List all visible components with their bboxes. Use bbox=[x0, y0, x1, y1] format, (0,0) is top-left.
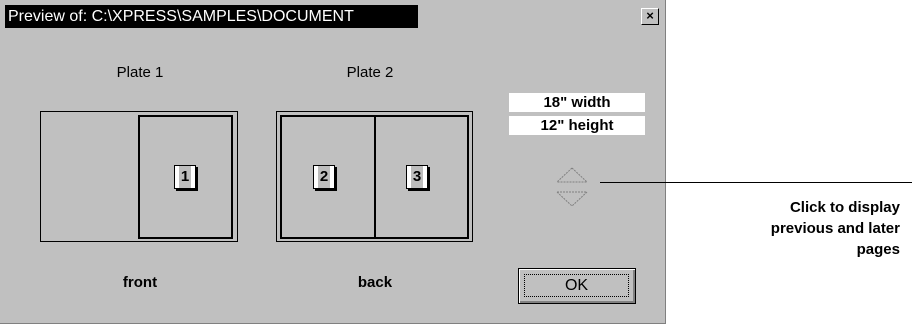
triangle-down-outline-icon[interactable] bbox=[556, 191, 588, 207]
preview-dialog: Preview of: C:\XPRESS\SAMPLES\DOCUMENT ×… bbox=[0, 0, 666, 324]
callout-text: Click to display previous and later page… bbox=[700, 197, 900, 260]
plate-1-label: Plate 1 bbox=[116, 64, 164, 81]
callout-line-2: previous and later bbox=[770, 220, 900, 237]
callout-line-1: Click to display bbox=[789, 199, 900, 216]
plate-1-sheet: 1 bbox=[40, 111, 238, 242]
page-divider bbox=[374, 117, 376, 237]
page-1-badge: 1 bbox=[174, 165, 196, 189]
plate-1-page-frame: 1 bbox=[138, 115, 233, 239]
callout-leader-line bbox=[600, 182, 912, 183]
page-2-badge: 2 bbox=[313, 165, 335, 189]
plate-2-sheet: 2 3 bbox=[276, 111, 473, 242]
page-3-badge: 3 bbox=[406, 165, 428, 189]
title-bar: Preview of: C:\XPRESS\SAMPLES\DOCUMENT × bbox=[5, 5, 663, 28]
plate-2-page-frame: 2 3 bbox=[280, 115, 469, 239]
back-label: back bbox=[357, 274, 393, 291]
plate-2-label: Plate 2 bbox=[346, 64, 394, 81]
triangle-up-outline-icon[interactable] bbox=[556, 167, 588, 183]
front-label: front bbox=[122, 274, 158, 291]
window-title: Preview of: C:\XPRESS\SAMPLES\DOCUMENT bbox=[5, 5, 418, 28]
close-button[interactable]: × bbox=[641, 8, 659, 25]
height-readout: 12" height bbox=[509, 116, 645, 135]
ok-button[interactable]: OK bbox=[518, 268, 636, 304]
ok-button-label: OK bbox=[524, 274, 629, 297]
callout-line-3: pages bbox=[856, 241, 900, 258]
width-readout: 18" width bbox=[509, 93, 645, 112]
